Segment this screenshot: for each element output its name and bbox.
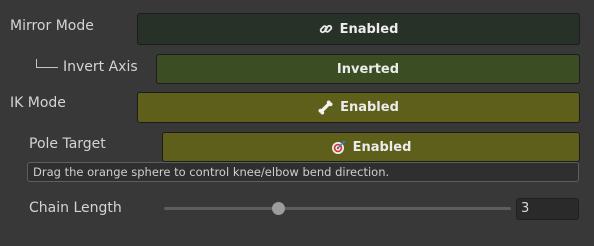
ik-mode-label: IK Mode: [10, 95, 66, 111]
mirror-mode-label: Mirror Mode: [10, 18, 94, 34]
ik-mode-toggle-button[interactable]: Enabled: [137, 92, 580, 123]
invert-axis-button-label: Inverted: [336, 61, 400, 77]
help-message-box: Drag the orange sphere to control knee/e…: [27, 162, 579, 182]
mirror-mode-toggle-button[interactable]: Enabled: [137, 13, 580, 45]
chain-length-slider-thumb[interactable]: [272, 202, 285, 215]
pole-target-toggle-button[interactable]: Enabled: [162, 132, 580, 162]
link-icon: [319, 22, 333, 36]
tree-connector-icon: [36, 59, 58, 68]
invert-axis-label: Invert Axis: [63, 59, 138, 75]
bone-icon: [318, 100, 333, 115]
chain-length-input[interactable]: 3: [516, 198, 579, 220]
chain-length-label: Chain Length: [29, 200, 122, 216]
pole-target-button-label: Enabled: [352, 139, 412, 155]
pole-target-label: Pole Target: [29, 136, 106, 152]
ik-mode-button-label: Enabled: [340, 100, 399, 115]
chain-length-slider-track[interactable]: [164, 207, 511, 210]
mirror-mode-button-label: Enabled: [339, 21, 399, 37]
invert-axis-toggle-button[interactable]: Inverted: [156, 54, 580, 84]
target-icon: [331, 140, 346, 155]
